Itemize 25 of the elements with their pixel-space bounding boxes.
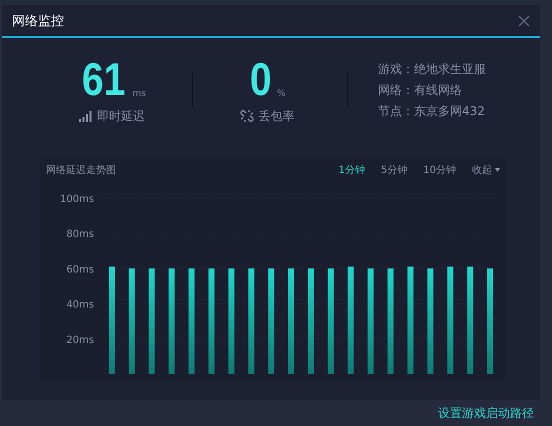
close-icon[interactable] (518, 14, 530, 26)
stat-unit: % (277, 88, 286, 98)
broken-link-icon (240, 109, 254, 123)
time-range-tab[interactable]: 10分钟 (415, 163, 464, 177)
stat-value: 61 (82, 56, 126, 102)
axis-label: 20ms (66, 334, 94, 346)
stat-value: 0 (250, 56, 272, 102)
caret-icon (495, 168, 500, 172)
axis-label: 80ms (66, 229, 94, 240)
axis-label: 60ms (66, 264, 94, 276)
set-game-path-link[interactable]: 设置游戏启动路径 (438, 404, 534, 422)
signal-bars-icon (79, 110, 92, 122)
stat-unit: ms (132, 88, 146, 98)
stat-label: 即时延迟 (97, 108, 145, 124)
info-line: 游戏：绝地求生亚服 (378, 60, 486, 78)
stat-label: 丢包率 (258, 108, 294, 124)
window-title: 网络监控 (12, 12, 64, 30)
time-range-tab[interactable]: 1分钟 (330, 163, 373, 177)
time-range-tab[interactable]: 5分钟 (372, 163, 416, 177)
collapse-button[interactable]: 收起 (464, 163, 500, 177)
axis-label: 100ms (60, 194, 94, 205)
info-line: 网络：有线网络 (378, 82, 463, 98)
axis-label: 40ms (66, 300, 94, 311)
chart-title: 网络延迟走势图 (46, 164, 117, 177)
info-line: 节点：东京多网432 (378, 102, 486, 120)
